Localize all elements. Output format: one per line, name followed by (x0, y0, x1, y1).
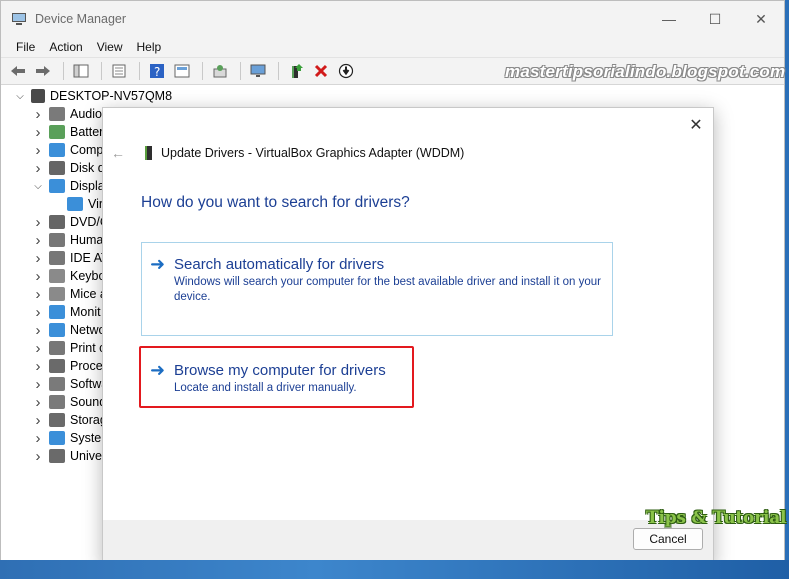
hid-icon (49, 233, 65, 247)
display-icon (49, 179, 65, 193)
sound-icon (49, 395, 65, 409)
tree-item-label: Audio (70, 107, 102, 121)
chevron-right-icon[interactable]: › (31, 286, 45, 303)
dialog-title: Update Drivers - VirtualBox Graphics Ada… (161, 146, 465, 160)
speaker-icon (49, 107, 65, 121)
menu-bar: File Action View Help (1, 37, 784, 57)
chevron-right-icon[interactable]: › (31, 160, 45, 177)
search-automatically-option[interactable]: ➜ Search automatically for drivers Windo… (141, 242, 613, 336)
chevron-right-icon[interactable]: › (31, 394, 45, 411)
search-automatically-title: Search automatically for drivers (174, 255, 385, 273)
keyboard-icon (49, 269, 65, 283)
chevron-right-icon[interactable]: › (31, 250, 45, 267)
desktop-background (0, 560, 789, 579)
computer-icon (49, 143, 65, 157)
minimize-button[interactable]: — (646, 1, 692, 37)
graphics-card-icon (143, 146, 155, 160)
show-hide-console-tree-icon[interactable] (70, 61, 92, 81)
svg-text:?: ? (154, 65, 160, 79)
tree-root-row[interactable]: ⌵ DESKTOP-NV57QM8 (1, 87, 784, 105)
chevron-right-icon[interactable]: › (31, 232, 45, 249)
disable-device-icon[interactable] (335, 61, 357, 81)
menu-file[interactable]: File (9, 40, 42, 54)
mouse-icon (49, 287, 65, 301)
printer-icon (49, 341, 65, 355)
chevron-right-icon[interactable]: › (31, 142, 45, 159)
tree-item-label: Sound (70, 395, 107, 409)
chevron-right-icon[interactable]: › (31, 304, 45, 321)
scan-hardware-changes-icon[interactable] (209, 61, 231, 81)
tree-root-label: DESKTOP-NV57QM8 (50, 89, 173, 103)
chevron-right-icon[interactable]: › (31, 268, 45, 285)
tree-item-label: Monit (70, 305, 101, 319)
tree-item-label: Netwo (70, 323, 106, 337)
tree-item-label: Huma (70, 233, 104, 247)
chevron-right-icon[interactable]: › (31, 124, 45, 141)
view-icon[interactable] (171, 61, 193, 81)
menu-help[interactable]: Help (130, 40, 169, 54)
title-bar: Device Manager — ☐ ✕ (1, 1, 784, 37)
disk-icon (49, 161, 65, 175)
menu-action[interactable]: Action (42, 40, 89, 54)
system-icon (49, 431, 65, 445)
cancel-button[interactable]: Cancel (633, 528, 703, 550)
chevron-right-icon[interactable]: › (31, 340, 45, 357)
display-adapter-icon (67, 197, 83, 211)
uninstall-device-icon[interactable] (310, 61, 332, 81)
properties-icon[interactable] (108, 61, 130, 81)
chevron-right-icon[interactable]: › (31, 376, 45, 393)
maximize-button[interactable]: ☐ (692, 1, 738, 37)
dialog-close-button[interactable]: ✕ (685, 114, 707, 136)
software-icon (49, 377, 65, 391)
chevron-right-icon[interactable]: › (31, 448, 45, 465)
monitor-icon (49, 305, 65, 319)
ide-icon (49, 251, 65, 265)
tree-item-label: Print c (70, 341, 106, 355)
tree-item-label: Keybo (70, 269, 106, 283)
chevron-right-icon[interactable]: › (31, 322, 45, 339)
update-drivers-dialog: ✕ ← Update Drivers - VirtualBox Graphics… (102, 107, 714, 566)
close-window-button[interactable]: ✕ (738, 1, 784, 37)
search-automatically-desc: Windows will search your computer for th… (174, 276, 601, 303)
arrow-right-icon: ➜ (150, 254, 166, 274)
tree-item-label: Vir (88, 197, 104, 211)
window-title: Device Manager (35, 12, 127, 26)
chevron-right-icon[interactable]: › (31, 358, 45, 375)
chevron-right-icon[interactable]: › (31, 430, 45, 447)
tree-item-label: Univer (70, 449, 107, 463)
dvd-icon (49, 215, 65, 229)
menu-view[interactable]: View (90, 40, 130, 54)
chevron-right-icon[interactable]: › (31, 106, 45, 123)
chevron-right-icon[interactable]: › (31, 412, 45, 429)
tree-item-label: Disk d (70, 161, 105, 175)
monitor-icon[interactable] (247, 61, 269, 81)
processor-icon (49, 359, 65, 373)
red-highlight-annotation (139, 346, 414, 408)
back-button[interactable] (7, 61, 29, 81)
battery-icon (49, 125, 65, 139)
tips-tutorial-logo: Tips & Tutorial (646, 508, 787, 528)
chevron-right-icon[interactable]: › (31, 214, 45, 231)
chevron-down-icon[interactable]: ⌵ (13, 89, 27, 103)
device-manager-app-icon (11, 11, 27, 27)
tree-item-label: Batteri (70, 125, 107, 139)
watermark-text: mastertipsorialindo.blogspot.com (505, 62, 786, 81)
back-arrow-icon[interactable]: ← (111, 145, 131, 161)
dialog-question: How do you want to search for drivers? (141, 194, 410, 211)
network-icon (49, 323, 65, 337)
computer-icon (31, 89, 45, 103)
storage-icon (49, 413, 65, 427)
update-driver-icon[interactable] (285, 61, 307, 81)
tree-item-label: Comp (70, 143, 104, 157)
help-icon[interactable]: ? (146, 61, 168, 81)
forward-button[interactable] (32, 61, 54, 81)
usb-icon (49, 449, 65, 463)
chevron-down-icon[interactable]: ⌵ (31, 179, 45, 193)
